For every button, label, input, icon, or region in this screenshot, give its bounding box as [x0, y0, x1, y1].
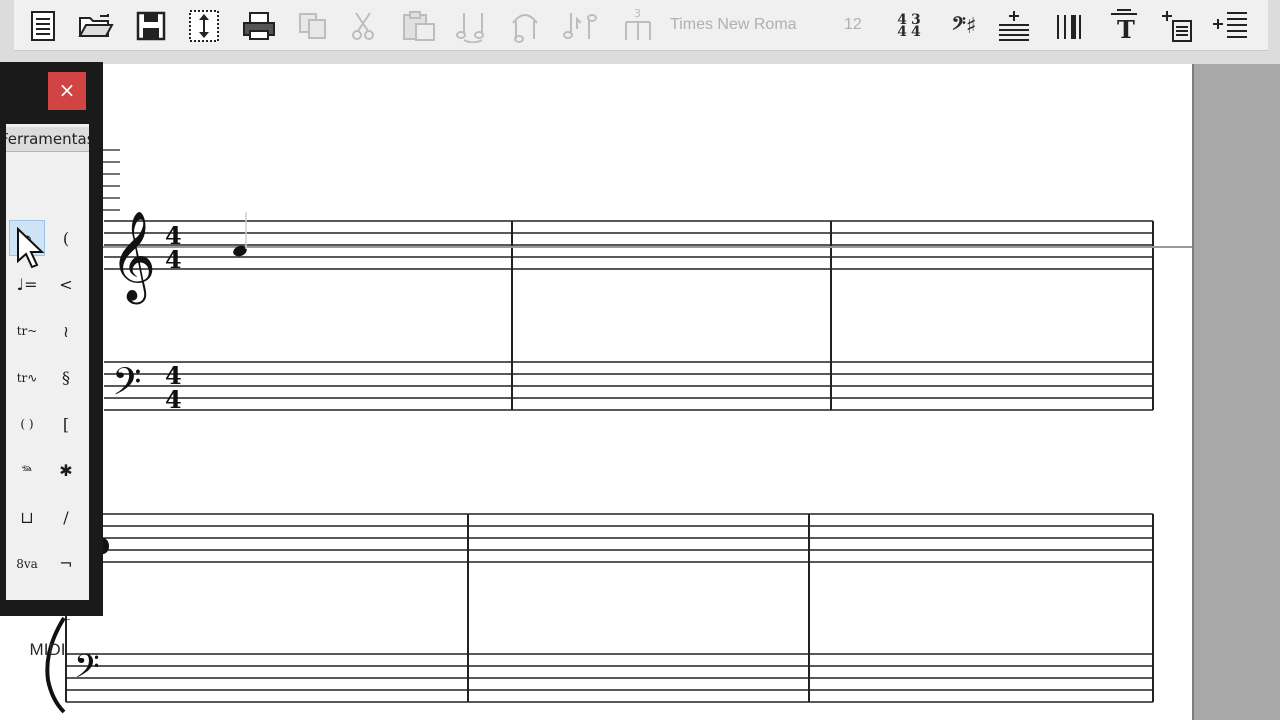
score-canvas[interactable]: 𝄞 4 4 𝄢 4 4 𝄢 — [0, 64, 1192, 720]
ledger-lines — [100, 149, 120, 211]
main-toolbar: 3 Times New Roma 12 43 44 𝄢♯ T — [0, 0, 1280, 64]
open-folder-icon[interactable] — [76, 6, 116, 46]
score-staves: 𝄞 4 4 𝄢 4 4 𝄢 — [38, 149, 1192, 714]
palette-arpeggio-bold-icon[interactable]: § — [48, 360, 84, 396]
treble-staff-1 — [104, 220, 1153, 270]
key-signature-icon[interactable]: 𝄢♯ — [944, 6, 984, 46]
tools-palette: × Ferramentas 𝄐(♩=<tr~≀tr∿§( )[𝆮✱⊔/8va¬8… — [0, 62, 103, 659]
palette-volta-icon[interactable]: ⊔ — [9, 499, 45, 535]
palette-title: Ferramentas — [6, 127, 89, 152]
palette-ottava-up-line-icon[interactable]: ¬ — [48, 546, 84, 582]
add-staff-icon[interactable] — [996, 6, 1032, 46]
time-sig-a-bottom: 4 — [897, 24, 907, 40]
system-brace — [45, 616, 66, 714]
slur-icon[interactable] — [508, 6, 542, 46]
barlines-system-1 — [511, 221, 1154, 410]
barlines-system-2 — [65, 514, 1154, 702]
flip-stem-icon[interactable] — [562, 6, 598, 46]
page-setup-icon[interactable] — [186, 6, 222, 46]
palette-parentheses-icon[interactable]: ( ) — [9, 406, 45, 442]
time-sig-b-bottom: 4 — [911, 24, 921, 40]
palette-ottava-down-line-icon[interactable]: _ — [48, 592, 84, 628]
svg-text:T: T — [1117, 15, 1135, 44]
append-measure-icon[interactable] — [1210, 6, 1250, 46]
palette-breath-icon[interactable]: ( — [48, 220, 84, 256]
text-title-icon[interactable]: T — [1104, 6, 1144, 46]
palette-body: Ferramentas 𝄐(♩=<tr~≀tr∿§( )[𝆮✱⊔/8va¬8vb… — [6, 124, 89, 659]
new-document-icon[interactable] — [28, 6, 58, 46]
palette-midi-button[interactable]: MIDI — [6, 640, 89, 660]
print-icon[interactable] — [240, 6, 278, 46]
tie-notes-icon[interactable] — [456, 6, 490, 46]
page-margin-gray — [1192, 64, 1280, 720]
treble-clef-icon: 𝄞 — [110, 211, 156, 305]
cut-icon[interactable] — [348, 6, 378, 46]
bass-time-sig-bottom: 4 — [165, 385, 182, 414]
save-disk-icon[interactable] — [134, 6, 168, 46]
paste-icon[interactable] — [400, 6, 438, 46]
bass-staff-2 — [66, 653, 1153, 703]
tuplet-number: 3 — [634, 7, 641, 20]
palette-crescendo-icon[interactable]: < — [48, 267, 84, 303]
font-name-field[interactable]: Times New Roma — [670, 16, 820, 34]
palette-glissando-icon[interactable]: / — [48, 499, 84, 535]
font-size-field[interactable]: 12 — [844, 16, 868, 34]
mouse-cursor-icon — [17, 227, 45, 269]
palette-bracket-icon[interactable]: [ — [48, 406, 84, 442]
toolbar-strip: 3 Times New Roma 12 43 44 𝄢♯ T — [14, 0, 1268, 51]
palette-ottava-down-icon[interactable]: 8vb — [9, 592, 45, 628]
time-signature-icon[interactable]: 43 44 — [888, 6, 930, 46]
palette-ottava-up-icon[interactable]: 8va — [9, 546, 45, 582]
palette-tempo-icon[interactable]: ♩= — [9, 267, 45, 303]
palette-trill-icon[interactable]: tr~ — [9, 313, 45, 349]
bass-staff-1 — [104, 361, 1153, 411]
treble-staff-2 — [66, 513, 1153, 563]
palette-pedal-release-icon[interactable]: ✱ — [48, 453, 84, 489]
copy-icon[interactable] — [296, 6, 330, 46]
palette-close-button[interactable]: × — [48, 72, 86, 110]
palette-trill-wave-icon[interactable]: tr∿ — [9, 360, 45, 396]
barline-icon[interactable] — [1050, 6, 1086, 46]
palette-pedal-icon[interactable]: 𝆮 — [9, 453, 45, 489]
tuplet-icon[interactable]: 3 — [618, 6, 658, 46]
insert-measure-icon[interactable] — [1160, 6, 1196, 46]
palette-arpeggio-icon[interactable]: ≀ — [48, 313, 84, 349]
treble-time-sig-bottom: 4 — [165, 245, 182, 274]
bass-clef-icon: 𝄢 — [112, 359, 142, 413]
